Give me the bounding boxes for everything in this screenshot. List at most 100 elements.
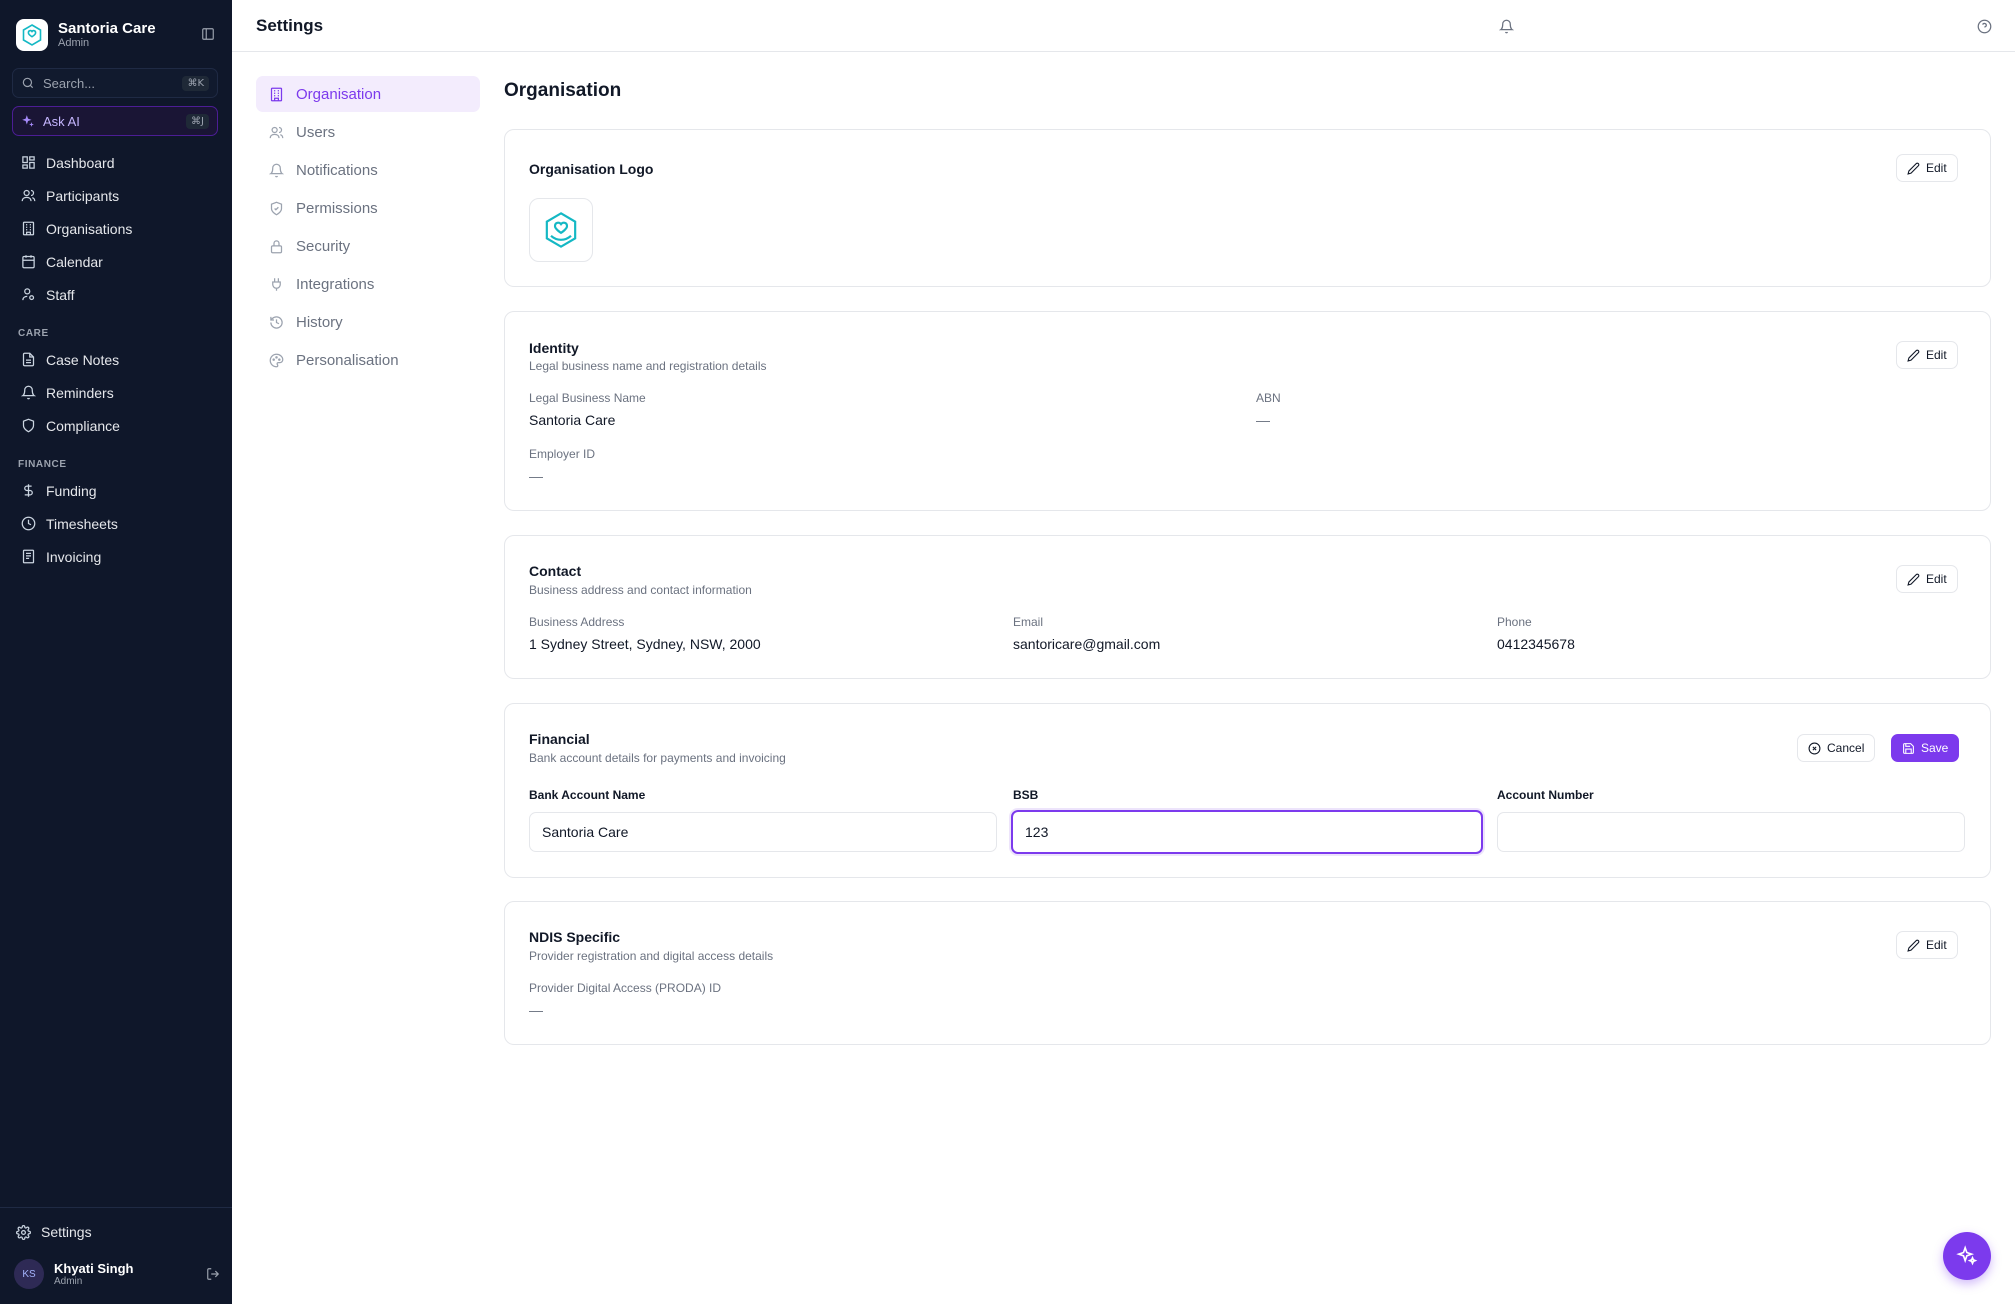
settings-tab-integrations[interactable]: Integrations [256, 266, 480, 302]
edit-ndis-button[interactable]: Edit [1896, 931, 1958, 959]
email-value: santoricare@gmail.com [1013, 636, 1161, 652]
sidebar-toggle-icon[interactable] [198, 24, 218, 44]
gear-icon [16, 1224, 31, 1240]
invoice-icon [20, 549, 36, 565]
cancel-button[interactable]: Cancel [1797, 734, 1876, 762]
sidebar-item-timesheets[interactable]: Timesheets [12, 507, 220, 540]
calendar-icon [20, 254, 36, 270]
sidebar-item-reminders[interactable]: Reminders [12, 376, 220, 409]
email-label: Email [1013, 615, 1044, 629]
account-number-input[interactable] [1497, 812, 1965, 852]
sidebar-item-calendar[interactable]: Calendar [12, 245, 220, 278]
sidebar-item-compliance[interactable]: Compliance [12, 409, 220, 442]
sidebar: Santoria Care Admin Search... ⌘K Ask AI … [0, 0, 232, 1304]
sidebar-item-case-notes[interactable]: Case Notes [12, 343, 220, 376]
edit-contact-button[interactable]: Edit [1896, 565, 1958, 593]
identity-card: Identity Legal business name and registr… [504, 311, 1991, 511]
sidebar-item-organisations[interactable]: Organisations [12, 212, 220, 245]
topbar: Settings [232, 0, 2015, 52]
legal-name-label: Legal Business Name [529, 391, 646, 405]
logout-icon[interactable] [206, 1267, 220, 1281]
sidebar-item-dashboard[interactable]: Dashboard [12, 146, 220, 179]
settings-tab-users[interactable]: Users [256, 114, 480, 150]
brand-role: Admin [58, 37, 90, 49]
abn-value: — [1256, 412, 1270, 428]
card-title: Financial [529, 731, 590, 747]
settings-tab-organisation[interactable]: Organisation [256, 76, 480, 112]
brand-name: Santoria Care [58, 20, 156, 37]
sidebar-item-label: Invoicing [46, 548, 102, 565]
settings-tab-label: Integrations [296, 275, 375, 293]
employer-id-label: Employer ID [529, 447, 596, 461]
sidebar-item-label: Participants [46, 187, 120, 204]
legal-name-value: Santoria Care [529, 412, 616, 428]
sidebar-item-label: Case Notes [46, 351, 120, 368]
shield-icon [20, 418, 36, 434]
ask-ai-button[interactable]: Ask AI ⌘J [12, 106, 218, 136]
ndis-card: NDIS Specific Provider registration and … [504, 901, 1991, 1045]
search-shortcut: ⌘K [182, 75, 209, 91]
edit-logo-button[interactable]: Edit [1896, 154, 1958, 182]
history-icon [268, 314, 284, 330]
settings-tab-label: Permissions [296, 199, 378, 217]
abn-label: ABN [1256, 391, 1281, 405]
dashboard-icon [20, 155, 36, 171]
sidebar-item-label: Compliance [46, 417, 120, 434]
sidebar-item-funding[interactable]: Funding [12, 474, 220, 507]
clock-icon [20, 516, 36, 532]
card-title: Identity [529, 340, 579, 356]
address-value: 1 Sydney Street, Sydney, NSW, 2000 [529, 636, 761, 652]
sparkle-icon [21, 114, 35, 128]
lock-icon [268, 238, 284, 254]
sidebar-item-staff[interactable]: Staff [12, 278, 220, 311]
sidebar-item-invoicing[interactable]: Invoicing [12, 540, 220, 573]
settings-tab-permissions[interactable]: Permissions [256, 190, 480, 226]
account-number-label: Account Number [1497, 788, 1594, 802]
avatar: KS [14, 1259, 44, 1289]
page-title: Settings [256, 16, 324, 35]
card-subtitle: Bank account details for payments and in… [529, 751, 786, 765]
edit-identity-button[interactable]: Edit [1896, 341, 1958, 369]
bsb-label: BSB [1013, 788, 1039, 802]
settings-tab-security[interactable]: Security [256, 228, 480, 264]
sidebar-item-label: Settings [41, 1224, 92, 1240]
settings-tab-history[interactable]: History [256, 304, 480, 340]
button-label: Edit [1926, 572, 1947, 586]
user-profile[interactable]: KS Khyati Singh Admin [14, 1258, 220, 1290]
ask-ai-shortcut: ⌘J [186, 113, 209, 129]
sidebar-item-settings[interactable]: Settings [16, 1220, 92, 1244]
contact-card: Contact Business address and contact inf… [504, 535, 1991, 679]
settings-menu: Organisation Users Notifications Permiss… [256, 76, 480, 380]
pencil-icon [1907, 162, 1920, 175]
address-label: Business Address [529, 615, 625, 629]
pencil-icon [1907, 939, 1920, 952]
save-button[interactable]: Save [1891, 734, 1960, 762]
sidebar-item-label: Reminders [46, 384, 114, 401]
bank-account-name-input[interactable] [529, 812, 997, 852]
help-icon[interactable] [1974, 16, 1994, 36]
brand[interactable]: Santoria Care Admin [16, 18, 216, 52]
search-placeholder: Search... [43, 75, 96, 91]
building-icon [268, 86, 284, 102]
financial-card: Financial Bank account details for payme… [504, 703, 1991, 878]
button-label: Edit [1926, 938, 1947, 952]
card-title: Contact [529, 563, 582, 579]
ai-assistant-fab[interactable] [1943, 1232, 1991, 1280]
card-title: NDIS Specific [529, 929, 621, 945]
sidebar-divider [0, 1207, 232, 1208]
settings-tab-label: Notifications [296, 161, 378, 179]
settings-tab-label: Organisation [296, 85, 382, 103]
card-subtitle: Provider registration and digital access… [529, 949, 774, 963]
notification-bell-icon[interactable] [1496, 16, 1516, 36]
user-role: Admin [54, 1275, 83, 1287]
search-input[interactable]: Search... ⌘K [12, 68, 218, 98]
sidebar-item-participants[interactable]: Participants [12, 179, 220, 212]
main-nav: Dashboard Participants Organisations Cal… [12, 146, 220, 573]
settings-tab-notifications[interactable]: Notifications [256, 152, 480, 188]
organisation-logo [529, 198, 593, 262]
sidebar-item-label: Calendar [46, 253, 103, 270]
button-label: Edit [1926, 161, 1947, 175]
bsb-input[interactable] [1011, 810, 1483, 854]
settings-tab-personalisation[interactable]: Personalisation [256, 342, 480, 378]
phone-value: 0412345678 [1497, 636, 1575, 652]
